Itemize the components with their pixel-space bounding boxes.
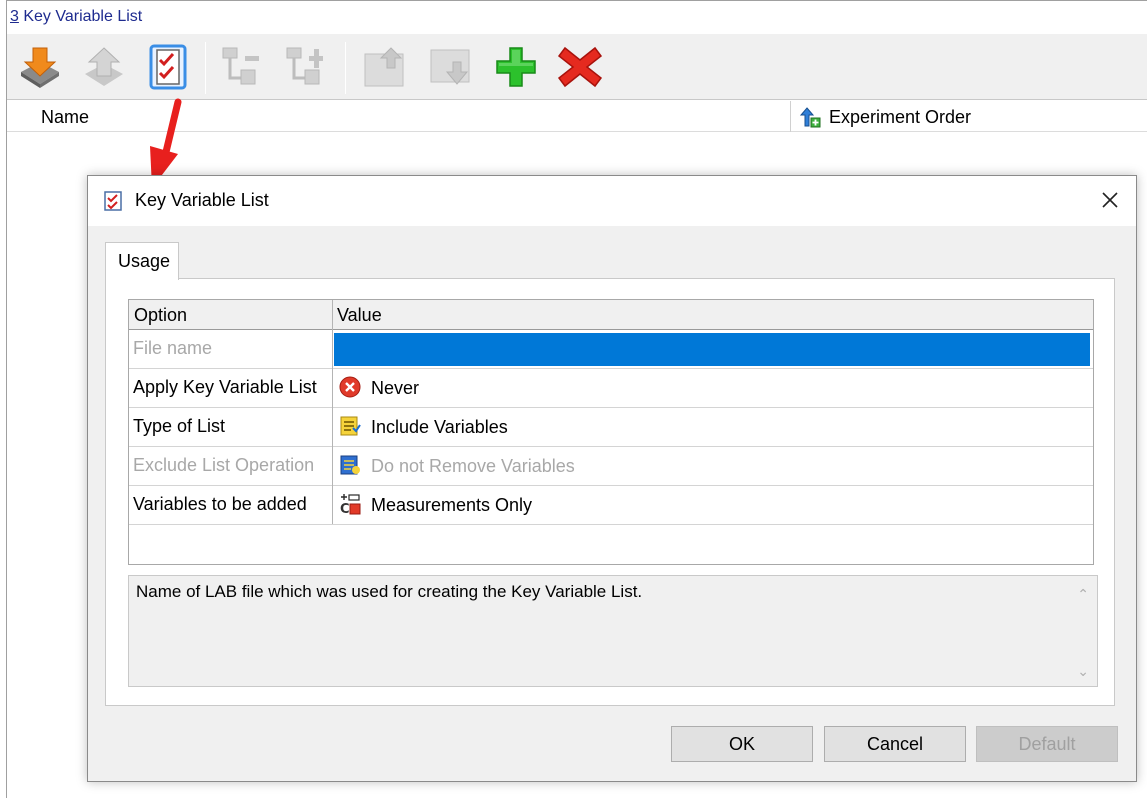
description-box: Name of LAB file which was used for crea… (128, 575, 1098, 687)
include-list-icon (340, 416, 361, 436)
row-file-name[interactable]: File name (129, 330, 1093, 369)
exclude-list-icon (340, 455, 360, 475)
collapse-tree-icon[interactable] (219, 44, 265, 90)
column-name[interactable]: Name (41, 107, 89, 128)
default-button[interactable]: Default (976, 726, 1118, 762)
import-arrow-icon[interactable] (17, 44, 63, 90)
grid-header: Option Value (129, 300, 1093, 330)
move-down-icon[interactable] (427, 44, 473, 90)
header-option: Option (134, 305, 188, 325)
scroll-down-icon[interactable]: ⌄ (1077, 663, 1089, 680)
toolbar (7, 34, 1147, 100)
export-arrow-icon[interactable] (81, 44, 127, 90)
window-title: 3 Key Variable List (10, 8, 143, 25)
cancel-button[interactable]: Cancel (824, 726, 966, 762)
header-value: Value (337, 305, 382, 325)
row-type-of-list[interactable]: Type of List Include Variables (129, 408, 1093, 447)
sort-ascending-icon (799, 107, 821, 128)
row-exclude-list-operation[interactable]: Exclude List Operation Do not Remove Var… (129, 447, 1093, 486)
options-grid: Option Value File name Apply Key Variabl… (128, 299, 1094, 565)
close-icon[interactable] (1096, 186, 1124, 214)
row-variables-to-be-added[interactable]: Variables to be added C Measurements Onl… (129, 486, 1093, 525)
file-name-value-field[interactable] (334, 333, 1090, 366)
row-apply-key-variable-list[interactable]: Apply Key Variable List Never (129, 369, 1093, 408)
checklist-icon (104, 191, 122, 211)
move-up-icon[interactable] (361, 44, 407, 90)
error-circle-icon (339, 376, 361, 398)
usage-panel: Option Value File name Apply Key Variabl… (105, 278, 1115, 706)
delete-icon[interactable] (557, 44, 603, 90)
dialog-title: Key Variable List (135, 190, 269, 210)
toolbar-separator (205, 42, 206, 94)
ok-button[interactable]: OK (671, 726, 813, 762)
checklist-icon[interactable] (145, 44, 191, 90)
dialog-titlebar: Key Variable List (88, 176, 1136, 226)
measurement-icon: C (340, 494, 361, 515)
column-experiment-order[interactable]: Experiment Order (790, 101, 1147, 132)
svg-text:C: C (340, 502, 350, 515)
toolbar-separator (345, 42, 346, 94)
tab-usage[interactable]: Usage (105, 242, 179, 280)
add-icon[interactable] (493, 44, 539, 90)
column-divider (332, 300, 333, 524)
expand-tree-icon[interactable] (283, 44, 329, 90)
key-variable-list-dialog: Key Variable List Usage Option Value Fil… (87, 175, 1137, 782)
scroll-up-icon[interactable]: ⌃ (1077, 586, 1089, 603)
